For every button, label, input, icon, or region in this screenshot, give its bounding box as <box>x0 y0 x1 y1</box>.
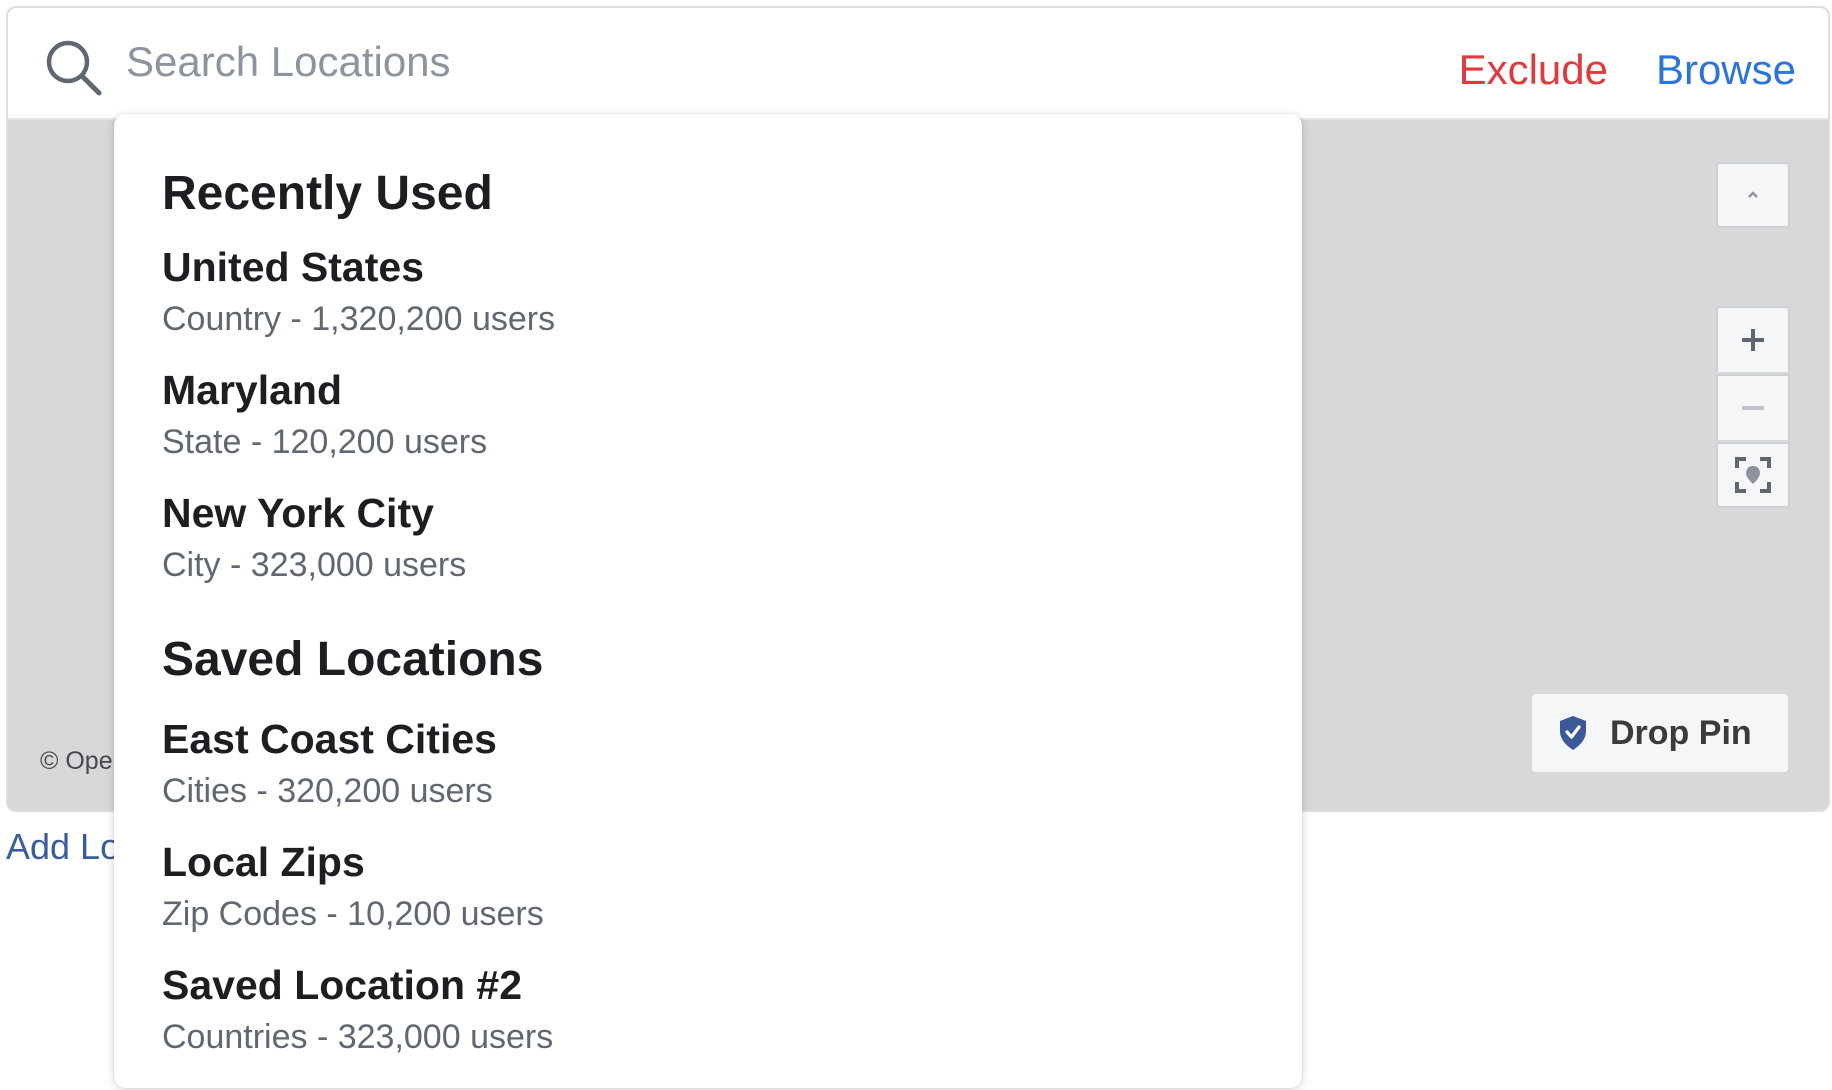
list-item[interactable]: Saved Location #2 Countries - 323,000 us… <box>162 962 1252 1076</box>
search-bar: Exclude Browse <box>8 8 1828 120</box>
location-meta: Zip Codes - 10,200 users <box>162 895 544 933</box>
search-icon <box>46 40 102 96</box>
location-name: Maryland <box>162 367 342 413</box>
zoom-in-button[interactable] <box>1716 306 1790 372</box>
drop-pin-button[interactable]: Drop Pin <box>1532 694 1788 772</box>
locate-button[interactable] <box>1716 442 1790 508</box>
location-meta: Cities - 320,200 users <box>162 772 493 810</box>
recently-used-heading: Recently Used <box>162 167 493 220</box>
chevron-up-icon <box>1748 191 1758 198</box>
saved-locations-heading: Saved Locations <box>162 633 544 686</box>
search-input[interactable] <box>126 34 1326 90</box>
location-meta: Countries - 323,000 users <box>162 1018 554 1056</box>
location-name: New York City <box>162 490 434 536</box>
location-meta: State - 120,200 users <box>162 423 488 461</box>
zoom-out-button[interactable] <box>1716 374 1790 440</box>
location-suggestions-dropdown: Recently Used United States Country - 1,… <box>114 114 1302 1088</box>
location-name: Saved Location #2 <box>162 962 523 1008</box>
list-item[interactable]: Local Zips Zip Codes - 10,200 users <box>162 839 1252 953</box>
list-item[interactable]: East Coast Cities Cities - 320,200 users <box>162 716 1252 830</box>
location-meta: Country - 1,320,200 users <box>162 300 556 338</box>
list-item[interactable]: Maryland State - 120,200 users <box>162 367 1252 481</box>
minus-icon <box>1742 406 1764 410</box>
drop-pin-label: Drop Pin <box>1610 713 1752 752</box>
location-name: East Coast Cities <box>162 716 497 762</box>
browse-link[interactable]: Browse <box>1656 46 1796 94</box>
location-meta: City - 323,000 users <box>162 546 467 584</box>
pin-check-icon <box>1560 716 1586 750</box>
locate-icon <box>1735 457 1771 493</box>
location-name: Local Zips <box>162 839 365 885</box>
list-item[interactable]: United States Country - 1,320,200 users <box>162 244 1252 358</box>
collapse-map-button[interactable] <box>1716 162 1790 228</box>
exclude-link[interactable]: Exclude <box>1459 46 1608 94</box>
list-item[interactable]: New York City City - 323,000 users <box>162 490 1252 604</box>
location-name: United States <box>162 244 424 290</box>
plus-icon <box>1742 329 1764 351</box>
